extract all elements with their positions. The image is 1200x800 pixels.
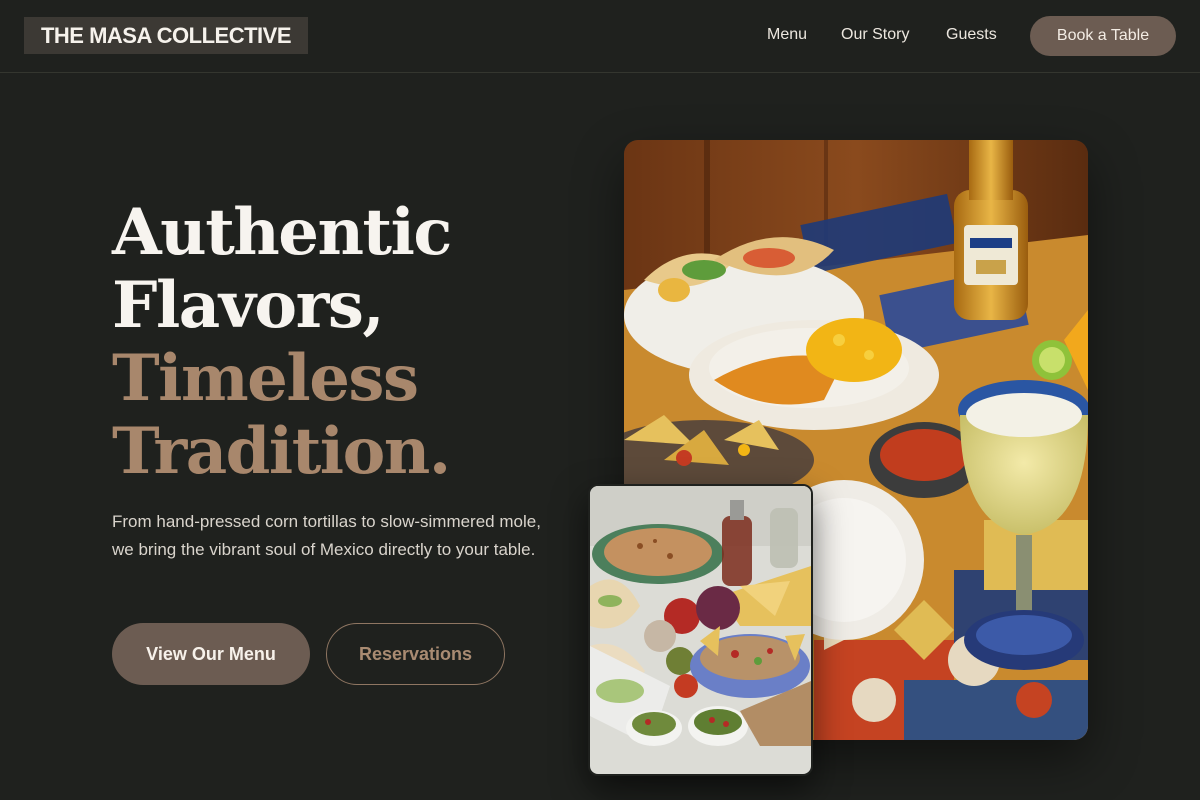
view-menu-button[interactable]: View Our Menu	[112, 623, 310, 685]
nav-link-guests[interactable]: Guests	[946, 26, 997, 44]
headline-line-2: Flavors,	[112, 268, 385, 343]
headline-line-1: Authentic	[112, 195, 452, 270]
reservations-button[interactable]: Reservations	[326, 623, 505, 685]
nav-link-menu[interactable]: Menu	[767, 26, 807, 44]
headline-line-4: Tradition.	[112, 414, 451, 489]
hero-description: From hand-pressed corn tortillas to slow…	[112, 512, 541, 559]
book-table-button[interactable]: Book a Table	[1030, 16, 1176, 56]
headline-line-3: Timeless	[112, 341, 419, 416]
brand-logo[interactable]: THE MASA COLLECTIVE	[24, 17, 308, 54]
hero-headline: Authentic Flavors, Timeless Tradition.	[112, 195, 452, 489]
site-header: THE MASA COLLECTIVE Menu Our Story Guest…	[0, 0, 1200, 73]
hero-secondary-photo	[588, 484, 813, 776]
nav-link-our-story[interactable]: Our Story	[841, 26, 909, 44]
